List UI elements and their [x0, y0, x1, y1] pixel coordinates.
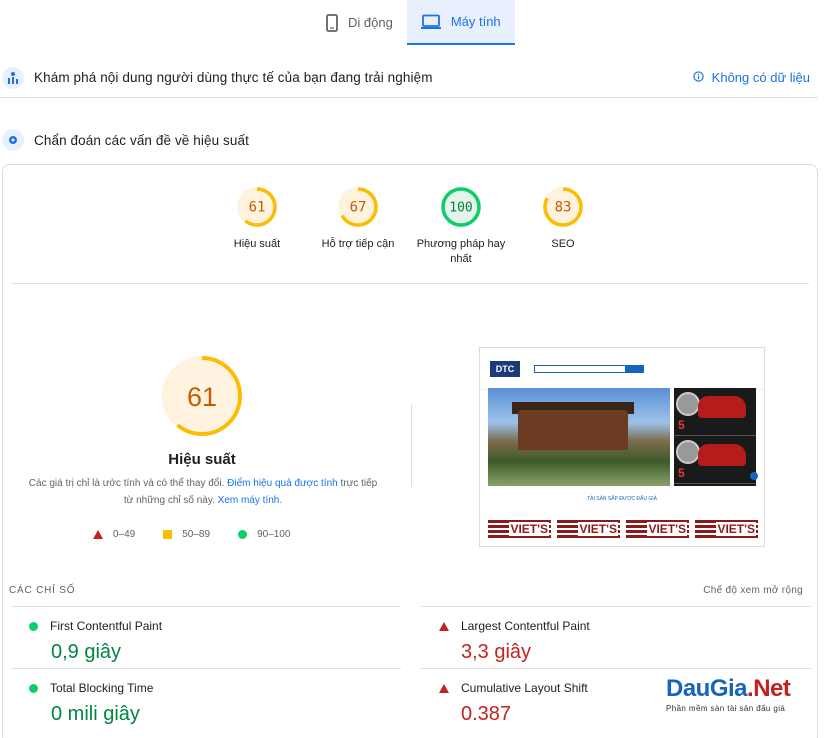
- gauge-performance-label: Hiệu suất: [233, 238, 281, 250]
- performance-big-label: Hiệu suất: [168, 451, 236, 468]
- fail-triangle-icon: [439, 621, 449, 631]
- gauge-accessibility-score: 67: [350, 200, 367, 216]
- gauge-accessibility[interactable]: 67 Hỗ trợ tiếp cận: [308, 185, 408, 252]
- gauge-seo[interactable]: 83 SEO: [513, 185, 613, 252]
- calculated-link[interactable]: Điểm hiệu quả được tính: [227, 478, 338, 489]
- legend-pass-range: 90–100: [257, 529, 291, 540]
- gauge-accessibility-ring: 67: [338, 187, 378, 227]
- thumb-ad-number: 5: [678, 418, 685, 432]
- thumb-topbar: [480, 348, 764, 358]
- lighthouse-icon: [2, 129, 24, 151]
- metric-tbt: Total Blocking Time 0 mili giây: [11, 668, 401, 730]
- legend-fail-range: 0–49: [113, 529, 136, 540]
- thumb-banner-text-4: VIET'S: [716, 522, 756, 536]
- info-icon: [692, 70, 704, 85]
- gauge-accessibility-label: Hỗ trợ tiếp cận: [321, 238, 395, 250]
- gauge-seo-ring: 83: [543, 187, 583, 227]
- watermark-brand-b: .Net: [747, 675, 791, 702]
- crux-title: Khám phá nội dung người dùng thực tế của…: [34, 70, 433, 85]
- legend-average: 50–89: [163, 529, 210, 540]
- thumb-body: 5 5: [488, 388, 756, 486]
- metrics-title: CÁC CHỈ SỐ: [9, 585, 76, 596]
- see-calculator-link[interactable]: Xem máy tính.: [218, 495, 282, 506]
- watermark-logo: DauGia.Net Phần mềm sàn tài sản đấu giá: [666, 676, 796, 714]
- gauge-performance[interactable]: 61 Hiệu suất: [207, 185, 307, 252]
- thumb-banner-text-3: VIET'S: [647, 522, 687, 536]
- performance-big-gauge: 61: [159, 353, 245, 444]
- category-gauges: 61 Hiệu suất 67 Hỗ trợ tiếp cận 100 Phươ…: [3, 185, 817, 275]
- thumb-header: DTC: [480, 358, 764, 380]
- gauge-performance-score: 61: [249, 200, 266, 216]
- vertical-divider: [411, 405, 412, 487]
- desktop-icon: [420, 14, 441, 30]
- gauge-seo-label: SEO: [551, 238, 575, 250]
- gauge-seo-score: 83: [555, 200, 572, 216]
- performance-summary: 61 Hiệu suất Các giá trị chỉ là ước tính…: [3, 283, 409, 573]
- metric-lcp-name: Largest Contentful Paint: [461, 619, 590, 633]
- metrics-header: CÁC CHỈ SỐ Chế độ xem mở rộng: [9, 585, 803, 596]
- gauge-best-practices-score: 100: [449, 201, 472, 216]
- legend-pass: 90–100: [238, 529, 290, 540]
- thumb-photo: [488, 388, 670, 486]
- metric-fcp-value: 0,9 giây: [51, 641, 122, 663]
- diagnose-section: Chẩn đoán các vấn đề về hiệu suất: [0, 122, 826, 158]
- note-prefix: Các giá trị chỉ là ước tính và có thể th…: [28, 478, 228, 489]
- metric-tbt-name: Total Blocking Time: [50, 681, 154, 695]
- metric-lcp: Largest Contentful Paint 3,3 giây: [421, 606, 811, 668]
- performance-big-score: 61: [187, 382, 217, 412]
- metric-cls-name: Cumulative Layout Shift: [461, 681, 588, 695]
- tab-desktop[interactable]: Máy tính: [406, 0, 515, 45]
- circle-icon: [238, 530, 248, 539]
- tab-mobile-label: Di động: [348, 15, 393, 30]
- performance-note: Các giá trị chỉ là ước tính và có thể th…: [27, 475, 379, 509]
- no-data-label: Không có dữ liệu: [711, 70, 810, 85]
- thumb-banner-text: VIET'S: [509, 522, 549, 536]
- thumb-banners: VIET'S VIET'S VIET'S VIET'S: [488, 520, 758, 538]
- metric-lcp-value: 3,3 giây: [461, 641, 532, 663]
- gauge-best-practices-label: Phương pháp hay nhất: [416, 238, 506, 265]
- legend-fail: 0–49: [93, 529, 135, 540]
- square-icon: [163, 530, 173, 539]
- pass-circle-icon: [29, 621, 38, 631]
- diagnose-title: Chẩn đoán các vấn đề về hiệu suất: [34, 132, 249, 148]
- crux-section: Khám phá nội dung người dùng thực tế của…: [0, 58, 818, 98]
- gauge-best-practices-ring: 100: [441, 187, 481, 227]
- thumb-ads: 5 5: [674, 388, 756, 486]
- expand-view-toggle[interactable]: Chế độ xem mở rộng: [703, 585, 803, 596]
- metric-fcp: First Contentful Paint 0,9 giây: [11, 606, 401, 668]
- legend-average-range: 50–89: [182, 529, 211, 540]
- watermark-subtitle: Phần mềm sàn tài sản đấu giá: [666, 704, 786, 713]
- thumb-logo: DTC: [490, 361, 520, 377]
- watermark-brand-a: DauGia: [666, 675, 748, 702]
- users-chart-icon: [2, 66, 24, 89]
- device-tabs: Di động Máy tính: [312, 0, 515, 45]
- metric-fcp-name: First Contentful Paint: [50, 619, 163, 633]
- pass-circle-icon: [29, 683, 38, 693]
- gauge-performance-ring: 61: [237, 187, 277, 227]
- gauge-best-practices[interactable]: 100 Phương pháp hay nhất: [411, 185, 511, 267]
- final-screenshot[interactable]: DTC 5 5 TÀI SẢN SẮP ĐƯỢC ĐẤU GIÁ VIET'S …: [479, 347, 765, 547]
- metric-tbt-value: 0 mili giây: [51, 703, 140, 725]
- watermark-brand: DauGia.Net: [666, 676, 796, 702]
- report-card: 61 Hiệu suất 67 Hỗ trợ tiếp cận 100 Phươ…: [2, 164, 818, 738]
- mobile-icon: [326, 13, 338, 32]
- fail-triangle-icon: [439, 683, 449, 693]
- no-data-indicator[interactable]: Không có dữ liệu: [692, 70, 810, 85]
- metric-cls-value: 0.387: [461, 703, 512, 725]
- thumb-chat-icon: [750, 472, 758, 480]
- thumb-banner-text-2: VIET'S: [578, 522, 618, 536]
- tab-desktop-label: Máy tính: [450, 14, 501, 29]
- thumb-search: [534, 365, 644, 373]
- tab-mobile[interactable]: Di động: [312, 0, 407, 45]
- thumb-ad-number-2: 5: [678, 466, 685, 480]
- score-legend: 0–49 50–89 90–100: [93, 529, 290, 540]
- triangle-icon: [93, 530, 103, 539]
- thumb-caption: TÀI SẢN SẮP ĐƯỢC ĐẤU GIÁ: [587, 496, 657, 502]
